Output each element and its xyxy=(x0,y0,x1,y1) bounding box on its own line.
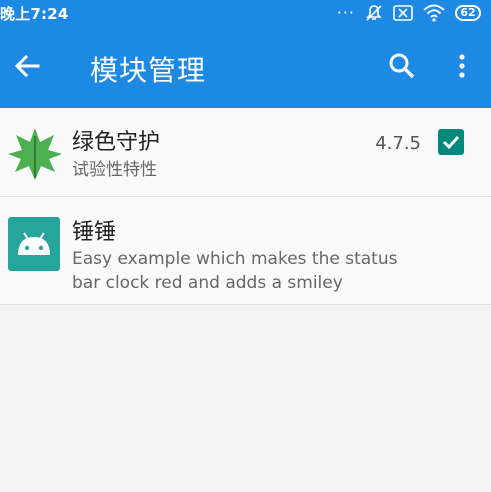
module-version: 4.7.5 xyxy=(375,133,421,154)
module-enable-checkbox[interactable] xyxy=(438,129,464,155)
mute-icon xyxy=(366,5,382,21)
status-bar: 晚上7:24 ··· 62 xyxy=(0,0,491,26)
module-row-chuichui[interactable]: 锤锤 Easy example which makes the status b… xyxy=(0,197,491,305)
greenify-leaf-icon xyxy=(8,128,62,180)
dots-icon: ··· xyxy=(336,3,355,22)
status-time: 晚上7:24 xyxy=(0,5,69,23)
module-description: 试验性特性 xyxy=(72,160,157,180)
module-name: 绿色守护 xyxy=(72,130,161,155)
module-name: 锤锤 xyxy=(72,220,117,245)
battery-icon: 62 xyxy=(455,5,481,21)
module-list: 绿色守护 试验性特性 4.7.5 锤锤 Easy example which m… xyxy=(0,108,491,305)
wifi-icon xyxy=(423,4,445,22)
android-robot-icon xyxy=(8,217,60,271)
app-bar: 模块管理 xyxy=(0,26,491,108)
more-vertical-icon[interactable] xyxy=(450,48,474,84)
status-icons: ··· 62 xyxy=(337,3,481,23)
sim-x-icon xyxy=(393,5,413,21)
page-title: 模块管理 xyxy=(90,54,207,87)
arrow-left-icon[interactable] xyxy=(8,46,48,86)
search-icon[interactable] xyxy=(384,48,420,84)
module-description: Easy example which makes the status bar … xyxy=(72,249,398,293)
module-row-greenify[interactable]: 绿色守护 试验性特性 4.7.5 xyxy=(0,108,491,197)
